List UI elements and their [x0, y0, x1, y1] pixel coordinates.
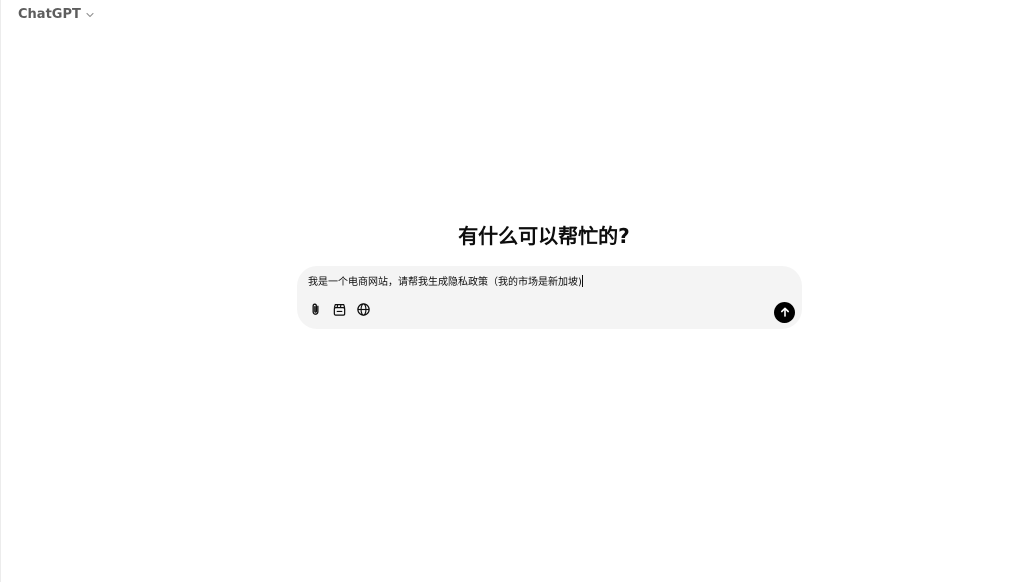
clapperboard-icon: [332, 302, 347, 321]
model-name: ChatGPT: [18, 7, 81, 22]
chat-page: ChatGPT 有什么可以帮忙的? 我是一个电商网站，请帮我生成隐私政策（我的市…: [0, 0, 1024, 582]
arrow-up-icon: [779, 303, 791, 322]
text-caret: [581, 275, 583, 287]
attach-button[interactable]: [306, 302, 324, 320]
paperclip-icon: [308, 302, 323, 321]
send-button[interactable]: [774, 302, 795, 323]
composer-tools: [306, 302, 372, 320]
composer: 我是一个电商网站，请帮我生成隐私政策（我的市场是新加坡): [297, 266, 802, 329]
prompt-text: 我是一个电商网站，请帮我生成隐私政策（我的市场是新加坡): [308, 277, 582, 288]
prompt-input[interactable]: 我是一个电商网站，请帮我生成隐私政策（我的市场是新加坡): [308, 274, 778, 292]
model-switcher[interactable]: ChatGPT: [18, 6, 95, 24]
media-button[interactable]: [330, 302, 348, 320]
search-web-button[interactable]: [354, 302, 372, 320]
chevron-down-icon: [85, 10, 95, 20]
globe-icon: [356, 302, 371, 321]
page-headline: 有什么可以帮忙的?: [458, 224, 630, 248]
